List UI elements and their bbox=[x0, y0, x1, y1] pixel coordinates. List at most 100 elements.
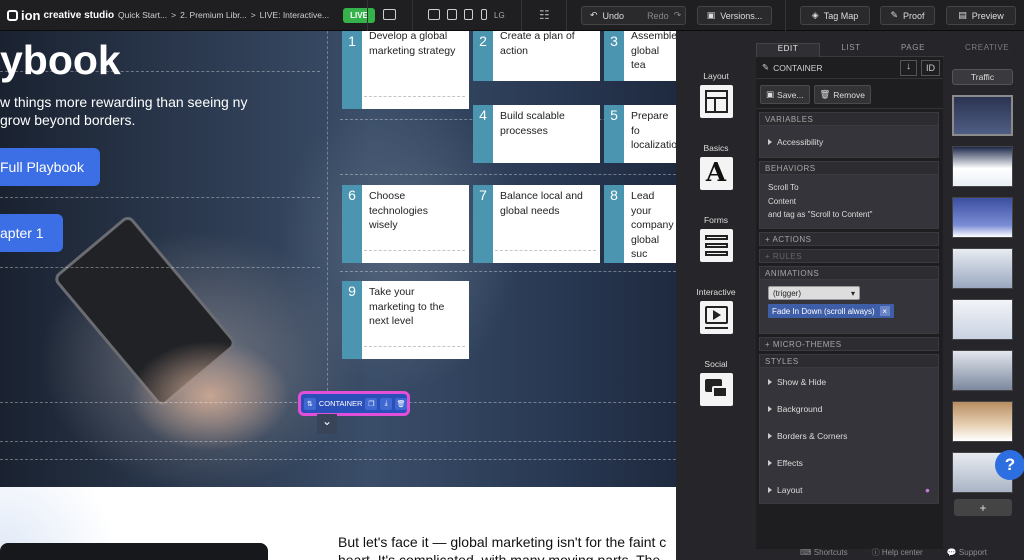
shortcuts-link[interactable]: ⌨ Shortcuts bbox=[800, 548, 848, 557]
style-item[interactable]: Background bbox=[768, 395, 930, 422]
palette-basics[interactable]: Basics A bbox=[676, 143, 756, 190]
step-card[interactable]: 8 Lead your company global suc bbox=[604, 185, 676, 263]
step-card[interactable]: 3 Assemble global tea bbox=[604, 31, 676, 81]
step-card[interactable]: 1 Develop a global marketing strategy bbox=[342, 31, 469, 109]
full-playbook-button[interactable]: Full Playbook bbox=[0, 148, 100, 186]
step-card[interactable]: 7 Balance local and global needs bbox=[473, 185, 600, 263]
page-thumbnail[interactable] bbox=[952, 350, 1013, 391]
support-link[interactable]: 💬 Support bbox=[947, 548, 987, 557]
divider bbox=[566, 0, 567, 31]
page-layout-icon[interactable] bbox=[383, 9, 396, 20]
guide-line bbox=[327, 31, 328, 426]
page-thumbnail[interactable] bbox=[952, 299, 1013, 340]
variables-section-header[interactable]: VARIABLES bbox=[759, 112, 939, 126]
actions-section-header[interactable]: + ACTIONS bbox=[759, 232, 939, 246]
versions-icon: ▣ bbox=[706, 10, 716, 20]
remove-button[interactable]: 🗑 Remove bbox=[813, 85, 871, 104]
undo-redo-group: ↶ Undo Redo ↷ bbox=[581, 6, 686, 25]
download-icon[interactable]: ⤓ bbox=[380, 397, 393, 410]
page-thumbnail[interactable] bbox=[952, 95, 1013, 136]
page-canvas[interactable]: ybook w things more rewarding than seein… bbox=[0, 31, 676, 560]
help-button[interactable]: ? bbox=[995, 450, 1024, 480]
page-thumbnail[interactable] bbox=[952, 146, 1013, 187]
step-card[interactable]: 2 Create a plan of action bbox=[473, 31, 600, 81]
behaviors-section[interactable]: Scroll To Content and tag as "Scroll to … bbox=[759, 175, 939, 229]
step-card[interactable]: 9 Take your marketing to the next level bbox=[342, 281, 469, 359]
help-center-link[interactable]: ⓘ Help center bbox=[872, 547, 923, 558]
behavior-line: and tag as "Scroll to Content" bbox=[768, 210, 873, 219]
palette-layout[interactable]: Layout bbox=[676, 71, 756, 118]
styles-section-header[interactable]: STYLES bbox=[759, 354, 939, 368]
proof-button[interactable]: ✎ Proof bbox=[880, 6, 935, 25]
step-card[interactable]: 4 Build scalable processes bbox=[473, 105, 600, 163]
move-arrows-icon[interactable]: ⇅ bbox=[304, 397, 316, 410]
pencil-icon: ✎ bbox=[762, 62, 770, 72]
hero-title[interactable]: ybook bbox=[0, 37, 121, 84]
palette-forms[interactable]: Forms bbox=[676, 215, 756, 262]
animations-section: (trigger) ▾ Fade In Down (scroll always) × bbox=[759, 280, 939, 334]
save-button[interactable]: ▣ Save... bbox=[760, 85, 810, 104]
add-page-button[interactable]: + bbox=[954, 499, 1012, 516]
chapter-1-button[interactable]: apter 1 bbox=[0, 214, 63, 252]
body-paragraph[interactable]: But let's face it — global marketing isn… bbox=[338, 534, 666, 550]
undo-button[interactable]: Undo bbox=[603, 11, 625, 21]
save-icon: ▣ bbox=[766, 89, 775, 99]
behavior-line: Scroll To bbox=[768, 183, 799, 192]
desktop-device-icon[interactable] bbox=[428, 9, 440, 20]
arrow-down-icon[interactable]: ↓ bbox=[900, 59, 917, 76]
style-item[interactable]: Show & Hide bbox=[768, 368, 930, 395]
trigger-select[interactable]: (trigger) ▾ bbox=[768, 286, 860, 300]
sliders-icon[interactable]: ☷ bbox=[539, 8, 550, 22]
guide-line bbox=[0, 71, 320, 72]
tab-list[interactable]: LIST bbox=[820, 43, 882, 57]
style-item[interactable]: Effects bbox=[768, 449, 930, 476]
style-item[interactable]: Layout ● bbox=[768, 476, 930, 503]
hero-subtitle[interactable]: w things more rewarding than seeing ny g… bbox=[0, 93, 260, 129]
page-thumbnail[interactable] bbox=[952, 197, 1013, 238]
tag-map-button[interactable]: ◈ Tag Map bbox=[800, 6, 870, 25]
breadcrumb-item[interactable]: Quick Start... bbox=[118, 10, 167, 20]
animation-chip[interactable]: Fade In Down (scroll always) × bbox=[768, 304, 894, 318]
behaviors-section-header[interactable]: BEHAVIORS bbox=[759, 161, 939, 175]
guide-line bbox=[0, 197, 320, 198]
rules-section-header[interactable]: + RULES bbox=[759, 249, 939, 263]
id-button[interactable]: ID bbox=[921, 59, 940, 76]
versions-button[interactable]: ▣ Versions... bbox=[697, 6, 772, 25]
app-logo[interactable]: ion creative studio bbox=[0, 8, 118, 23]
breadcrumb-item[interactable]: 2. Premium Libr... bbox=[180, 10, 247, 20]
tablet-device-icon[interactable] bbox=[464, 9, 473, 20]
palette-social[interactable]: Social bbox=[676, 359, 756, 406]
tab-edit[interactable]: EDIT bbox=[756, 43, 820, 57]
trash-icon[interactable]: 🗑 bbox=[395, 397, 407, 410]
page-thumbnail[interactable] bbox=[952, 401, 1013, 442]
triangle-right-icon bbox=[768, 138, 772, 145]
hero-section[interactable]: ybook w things more rewarding than seein… bbox=[0, 31, 676, 491]
preview-button[interactable]: ▤ Preview bbox=[946, 6, 1016, 25]
triangle-right-icon bbox=[768, 405, 772, 412]
tab-creative[interactable]: CREATIVE bbox=[965, 43, 1009, 52]
device-size-label[interactable]: LG bbox=[494, 11, 505, 20]
step-card[interactable]: 5 Prepare fo localizatio bbox=[604, 105, 676, 163]
palette-interactive[interactable]: Interactive bbox=[676, 287, 756, 334]
page-thumbnail[interactable] bbox=[952, 248, 1013, 289]
step-card[interactable]: 6 Choose technologies wisely bbox=[342, 185, 469, 263]
micro-themes-section-header[interactable]: + MICRO-THEMES bbox=[759, 337, 939, 351]
container-selection-toolbar[interactable]: ⇅ CONTAINER ❐ ⤓ 🗑 bbox=[298, 391, 410, 416]
step-text: Create a plan of action bbox=[500, 31, 575, 57]
save-label: Save... bbox=[777, 89, 804, 100]
copy-icon[interactable]: ❐ bbox=[365, 397, 378, 410]
body-paragraph[interactable]: heart. It's complicated, with many movin… bbox=[338, 552, 660, 560]
close-icon[interactable]: × bbox=[879, 306, 890, 316]
redo-button[interactable]: Redo bbox=[647, 11, 669, 21]
laptop-device-icon[interactable] bbox=[447, 9, 457, 20]
accessibility-row[interactable]: Accessibility bbox=[768, 128, 930, 155]
traffic-button[interactable]: Traffic bbox=[952, 69, 1013, 85]
step-number: 3 bbox=[604, 31, 624, 81]
animations-section-header[interactable]: ANIMATIONS bbox=[759, 266, 939, 280]
step-text: Assemble global tea bbox=[631, 31, 676, 71]
style-item[interactable]: Borders & Corners bbox=[768, 422, 930, 449]
phone-device-icon[interactable] bbox=[481, 9, 487, 20]
breadcrumb-item[interactable]: LIVE: Interactive... bbox=[260, 10, 329, 20]
tab-page[interactable]: PAGE bbox=[882, 43, 944, 57]
chevron-down-icon[interactable]: ⌄ bbox=[317, 414, 337, 434]
